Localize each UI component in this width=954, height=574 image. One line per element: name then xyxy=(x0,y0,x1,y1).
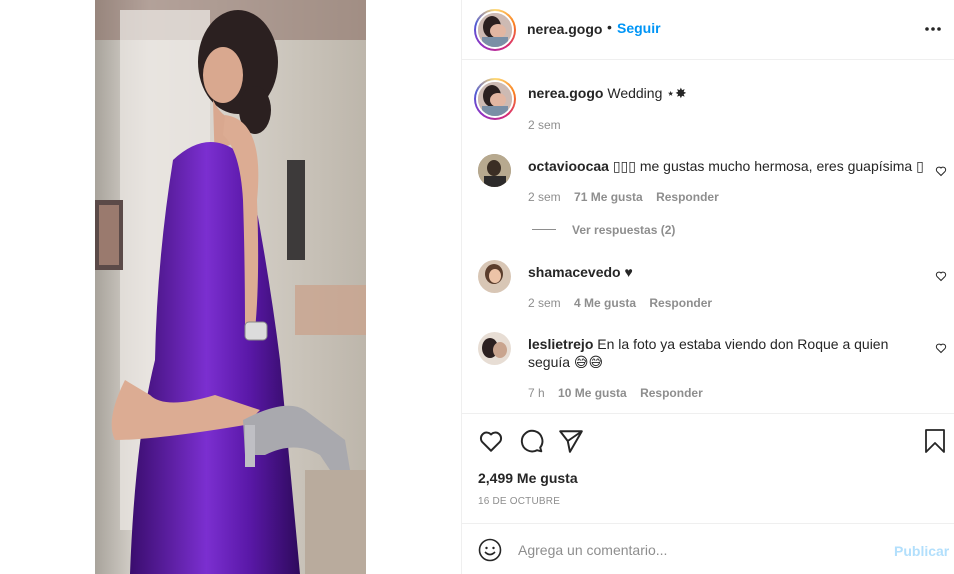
photo-illustration xyxy=(95,0,366,574)
post-media-area xyxy=(0,0,461,574)
likes-count[interactable]: 2,499 Me gusta xyxy=(478,470,578,486)
post-date[interactable]: 16 DE OCTUBRE xyxy=(478,496,560,507)
caption-avatar[interactable] xyxy=(474,78,516,120)
reply-button[interactable]: Responder xyxy=(656,190,719,204)
post-photo[interactable] xyxy=(95,0,366,574)
comment-avatar[interactable] xyxy=(478,260,511,293)
separator-dot: • xyxy=(607,19,612,35)
bookmark-icon[interactable] xyxy=(923,428,947,454)
comment-age[interactable]: 2 sem xyxy=(528,190,561,204)
comment-username[interactable]: shamacevedo xyxy=(528,264,621,280)
comment-likes[interactable]: 10 Me gusta xyxy=(558,386,627,400)
replies-line xyxy=(532,229,556,230)
avatar-image xyxy=(478,154,511,187)
comment-like-icon[interactable] xyxy=(935,270,947,282)
comment-like-icon[interactable] xyxy=(935,165,947,177)
caption-username[interactable]: nerea.gogo xyxy=(528,85,603,101)
comment-like-icon[interactable] xyxy=(935,342,947,354)
caption: nerea.gogo Wedding ⋆✸ xyxy=(528,85,687,102)
comment-item: leslietrejo En la foto ya estaba viendo … xyxy=(528,335,918,371)
emoji-icon[interactable] xyxy=(478,538,502,562)
comment-age[interactable]: 7 h xyxy=(528,386,545,400)
avatar-image xyxy=(478,260,511,293)
comment-likes[interactable]: 4 Me gusta xyxy=(574,296,636,310)
avatar-image xyxy=(478,13,512,47)
comment-text-continued: seguía 😅😅 xyxy=(528,354,604,370)
header-username[interactable]: nerea.gogo xyxy=(527,21,602,37)
avatar-image xyxy=(478,332,511,365)
comment-likes[interactable]: 71 Me gusta xyxy=(574,190,643,204)
comment-item: shamacevedo ♥ xyxy=(528,263,633,281)
comment-avatar[interactable] xyxy=(478,332,511,365)
post-header: nerea.gogo • Seguir xyxy=(462,0,954,60)
reply-button[interactable]: Responder xyxy=(640,386,703,400)
comment-text: ▯▯▯ me gustas mucho hermosa, eres guapís… xyxy=(612,158,924,174)
post-side-panel: nerea.gogo • Seguir nerea.gogo Wedding ⋆… xyxy=(461,0,954,574)
comment-meta: 2 sem 4 Me gusta Responder xyxy=(528,296,712,310)
avatar-image xyxy=(478,82,512,116)
comment-item: octavioocaa ▯▯▯ me gustas mucho hermosa,… xyxy=(528,157,928,175)
comment-username[interactable]: octavioocaa xyxy=(528,158,609,174)
comment-age[interactable]: 2 sem xyxy=(528,296,561,310)
more-options-icon[interactable] xyxy=(924,26,942,32)
caption-text: Wedding ⋆✸ xyxy=(607,85,687,101)
post-actions: 2,499 Me gusta 16 DE OCTUBRE xyxy=(462,413,954,523)
heart-icon[interactable] xyxy=(478,428,504,454)
comment-icon[interactable] xyxy=(518,428,544,454)
comment-meta: 2 sem 71 Me gusta Responder xyxy=(528,190,719,204)
follow-button[interactable]: Seguir xyxy=(617,20,661,36)
share-icon[interactable] xyxy=(558,428,584,454)
comment-input[interactable]: Agrega un comentario... xyxy=(518,542,667,558)
comment-text: ♥ xyxy=(624,264,633,280)
author-avatar[interactable] xyxy=(474,9,516,51)
comment-meta: 7 h 10 Me gusta Responder xyxy=(528,386,703,400)
view-replies-button[interactable]: Ver respuestas (2) xyxy=(572,223,675,237)
add-comment-bar: Agrega un comentario... Publicar xyxy=(462,523,954,574)
publish-button[interactable]: Publicar xyxy=(894,543,949,559)
comment-avatar[interactable] xyxy=(478,154,511,187)
caption-age[interactable]: 2 sem xyxy=(528,118,561,132)
reply-button[interactable]: Responder xyxy=(649,296,712,310)
comment-username[interactable]: leslietrejo xyxy=(528,336,593,352)
comment-text: En la foto ya estaba viendo don Roque a … xyxy=(597,336,889,352)
